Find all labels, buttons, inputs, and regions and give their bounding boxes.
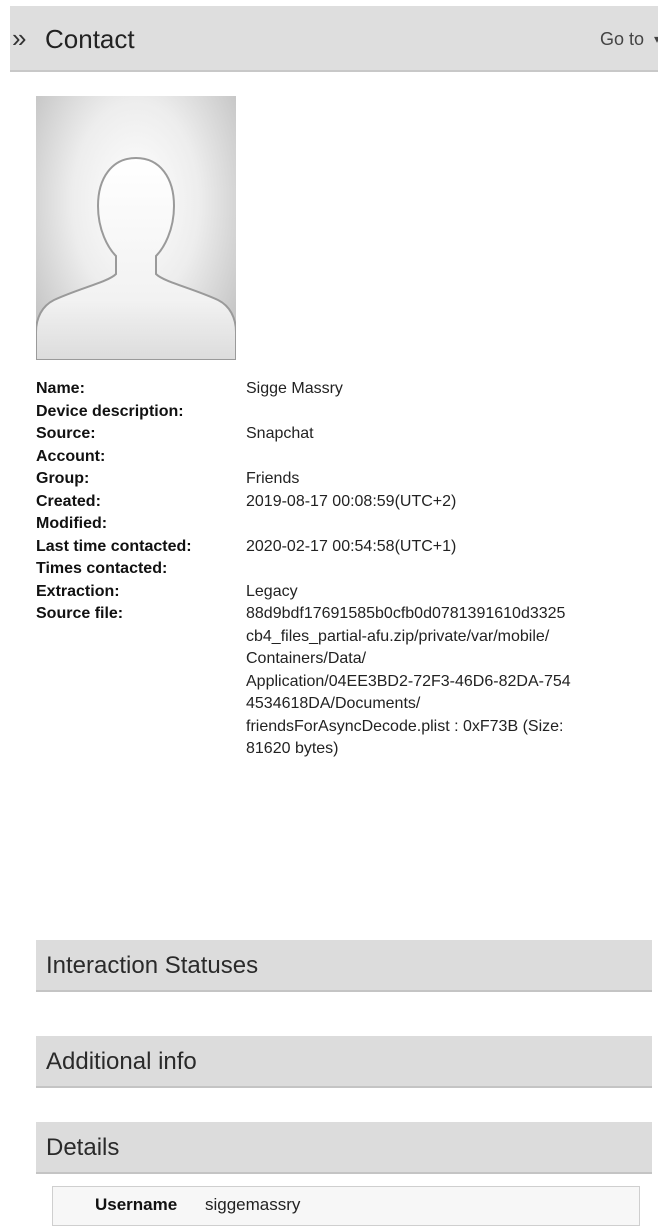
field-value [246, 401, 658, 424]
field-label: Modified: [36, 515, 108, 532]
field-label: Account: [36, 447, 106, 465]
contact-fields: Name: Sigge Massry Device description: S… [36, 378, 658, 761]
chevron-down-icon[interactable]: ▾ [654, 28, 658, 50]
field-row-modified: Modified: [36, 513, 658, 536]
field-row-name: Name: Sigge Massry [36, 378, 658, 401]
field-value: Friends [246, 470, 300, 487]
field-row-device-description: Device description: [36, 401, 658, 424]
field-row-times-contacted: Times contacted: [36, 558, 658, 581]
field-label: Created: [36, 492, 101, 510]
field-label: Source file: [36, 605, 124, 622]
field-value: Sigge Massry [246, 380, 343, 397]
section-interaction-statuses[interactable]: Interaction Statuses [36, 940, 652, 992]
details-value-username: siggemassry [205, 1195, 301, 1214]
field-label: Source: [36, 425, 96, 442]
field-label: Times contacted: [36, 560, 168, 577]
field-row-source: Source: Snapchat [36, 423, 658, 446]
page-title: Contact [45, 24, 135, 54]
field-row-account: Account: [36, 446, 658, 469]
field-row-group: Group: Friends [36, 468, 658, 491]
contact-header-bar: » Contact Go to ▾ [10, 6, 658, 72]
section-additional-info[interactable]: Additional info [36, 1036, 652, 1088]
field-label: Last time contacted: [36, 537, 192, 555]
contact-photo [36, 96, 236, 360]
field-row-last-time-contacted: Last time contacted: 2020-02-17 00:54:58… [36, 536, 658, 559]
field-label: Device description: [36, 402, 184, 420]
section-title: Details [46, 1134, 120, 1161]
field-label: Group: [36, 470, 90, 487]
section-title: Additional info [46, 1048, 197, 1075]
field-value: Legacy [246, 582, 298, 600]
field-value: 2019-08-17 00:08:59(UTC+2) [246, 492, 457, 510]
field-label: Extraction: [36, 582, 120, 600]
field-value [246, 513, 658, 536]
details-table: Username siggemassry [52, 1186, 640, 1226]
field-value: 2020-02-17 00:54:58(UTC+1) [246, 537, 457, 555]
field-value: Snapchat [246, 425, 314, 442]
field-row-source-file: Source file: 88d9bdf17691585b0cfb0d07813… [36, 603, 658, 761]
field-label: Name: [36, 380, 85, 397]
section-details[interactable]: Details [36, 1122, 652, 1174]
field-value [246, 558, 658, 581]
field-value [246, 446, 658, 469]
field-row-created: Created: 2019-08-17 00:08:59(UTC+2) [36, 491, 658, 514]
field-row-extraction: Extraction: Legacy [36, 581, 658, 604]
source-file-path[interactable]: 88d9bdf17691585b0cfb0d0781391610d3325 cb… [246, 603, 658, 761]
goto-menu-button[interactable]: Go to [600, 28, 644, 50]
details-key-username: Username [95, 1195, 178, 1214]
person-silhouette-icon [36, 156, 236, 360]
section-title: Interaction Statuses [46, 952, 259, 979]
double-chevron-right-icon[interactable]: » [12, 23, 26, 53]
